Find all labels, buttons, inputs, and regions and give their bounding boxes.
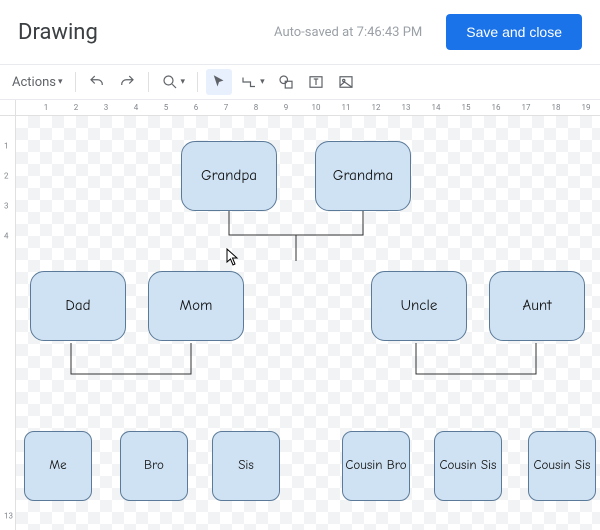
ruler-tick: 3	[104, 103, 109, 112]
textbox-tool[interactable]	[303, 69, 329, 95]
cursor-icon	[210, 73, 228, 91]
ruler-tick: 2	[74, 103, 79, 112]
line-icon	[240, 73, 258, 91]
node-cousin-bro[interactable]: Cousin Bro	[342, 431, 410, 501]
ruler-tick: 19	[582, 103, 591, 112]
redo-icon	[118, 73, 136, 91]
node-sis[interactable]: Sis	[212, 431, 280, 501]
line-tool-menu[interactable]: ▾	[236, 69, 269, 95]
node-grandma[interactable]: Grandma	[315, 141, 411, 211]
ruler-tick: 14	[432, 103, 441, 112]
ruler-tick: 4	[134, 103, 139, 112]
node-uncle[interactable]: Uncle	[371, 271, 467, 341]
ruler-tick: 17	[522, 103, 531, 112]
redo-button[interactable]	[114, 69, 140, 95]
ruler-vertical[interactable]: 1 2 3 4 13	[0, 116, 16, 530]
textbox-icon	[307, 73, 325, 91]
ruler-tick: 13	[4, 512, 13, 521]
image-icon	[337, 73, 355, 91]
ruler-tick: 16	[492, 103, 501, 112]
undo-button[interactable]	[84, 69, 110, 95]
workspace: 1 2 3 4 5 6 7 8 9 10 11 12 13 14 15 16 1…	[0, 100, 600, 530]
mouse-cursor-icon	[226, 248, 240, 266]
ruler-tick: 11	[342, 103, 351, 112]
node-mom[interactable]: Mom	[148, 271, 244, 341]
ruler-tick: 1	[4, 142, 9, 151]
zoom-menu[interactable]: ▾	[157, 69, 190, 95]
ruler-tick: 8	[254, 103, 259, 112]
undo-icon	[88, 73, 106, 91]
shape-icon	[277, 73, 295, 91]
toolbar-separator	[197, 72, 198, 92]
ruler-tick: 2	[4, 172, 9, 181]
ruler-tick: 10	[312, 103, 321, 112]
node-grandpa[interactable]: Grandpa	[181, 141, 277, 211]
ruler-tick: 12	[372, 103, 381, 112]
shape-tool-menu[interactable]	[273, 69, 299, 95]
chevron-down-icon: ▾	[181, 77, 186, 87]
actions-label: Actions	[12, 75, 56, 90]
drawing-canvas[interactable]: Grandpa Grandma Dad Mom Uncle Aunt Me Br…	[16, 116, 600, 530]
node-cousin-sis-2[interactable]: Cousin Sis	[528, 431, 596, 501]
dialog-header: Drawing Auto-saved at 7:46:43 PM Save an…	[0, 0, 600, 65]
ruler-tick: 7	[224, 103, 229, 112]
ruler-tick: 9	[284, 103, 289, 112]
ruler-tick: 18	[552, 103, 561, 112]
ruler-tick: 5	[164, 103, 169, 112]
node-aunt[interactable]: Aunt	[489, 271, 585, 341]
ruler-horizontal[interactable]: 1 2 3 4 5 6 7 8 9 10 11 12 13 14 15 16 1…	[16, 100, 600, 116]
image-tool[interactable]	[333, 69, 359, 95]
node-dad[interactable]: Dad	[30, 271, 126, 341]
zoom-icon	[161, 73, 179, 91]
node-me[interactable]: Me	[24, 431, 92, 501]
autosave-status: Auto-saved at 7:46:43 PM	[274, 25, 422, 40]
save-and-close-button[interactable]: Save and close	[446, 14, 582, 50]
ruler-tick: 15	[462, 103, 471, 112]
node-bro[interactable]: Bro	[120, 431, 188, 501]
chevron-down-icon: ▾	[260, 77, 265, 87]
ruler-tick: 6	[194, 103, 199, 112]
chevron-down-icon: ▾	[58, 77, 63, 87]
toolbar: Actions ▾ ▾ ▾	[0, 65, 600, 100]
toolbar-separator	[75, 72, 76, 92]
select-tool[interactable]	[206, 69, 232, 95]
node-cousin-sis-1[interactable]: Cousin Sis	[434, 431, 502, 501]
ruler-tick: 1	[44, 103, 49, 112]
ruler-tick: 4	[4, 232, 9, 241]
ruler-corner	[0, 100, 16, 116]
actions-menu[interactable]: Actions ▾	[8, 69, 67, 95]
ruler-tick: 3	[4, 202, 9, 211]
dialog-title: Drawing	[18, 20, 98, 45]
toolbar-separator	[148, 72, 149, 92]
ruler-tick: 13	[402, 103, 411, 112]
